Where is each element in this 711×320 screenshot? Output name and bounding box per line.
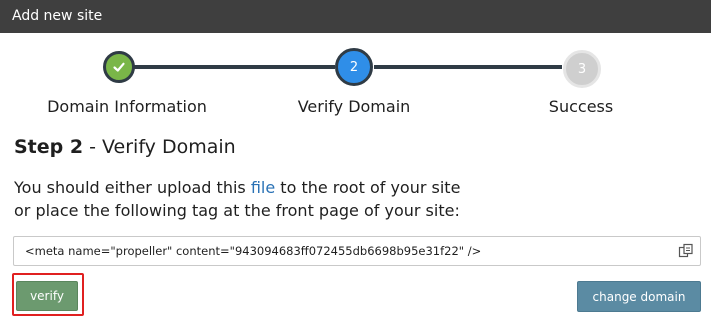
step-3-label: Success bbox=[548, 97, 614, 116]
dialog-titlebar: Add new site bbox=[0, 0, 711, 33]
step-2-number: 2 bbox=[349, 59, 359, 75]
dialog-title: Add new site bbox=[12, 8, 103, 24]
stepper-track-2 bbox=[374, 65, 562, 69]
page-title-text: - Verify Domain bbox=[83, 136, 236, 158]
copy-icon[interactable] bbox=[678, 243, 694, 259]
change-domain-button[interactable]: change domain bbox=[577, 281, 701, 312]
step-2-label: Verify Domain bbox=[297, 97, 411, 116]
step-3-number: 3 bbox=[577, 61, 587, 77]
page-title: Step 2 - Verify Domain bbox=[14, 136, 236, 158]
meta-tag-field[interactable]: <meta name="propeller" content="94309468… bbox=[13, 236, 701, 266]
page-title-step: Step 2 bbox=[14, 136, 84, 158]
meta-tag-value[interactable]: <meta name="propeller" content="94309468… bbox=[25, 244, 481, 258]
instructions-text: to the root of your site bbox=[275, 178, 461, 197]
verify-button[interactable]: verify bbox=[16, 281, 78, 311]
step-2-indicator: 2 bbox=[335, 48, 373, 86]
check-icon bbox=[113, 62, 125, 72]
step-1-label: Domain Information bbox=[47, 97, 207, 116]
instructions-line-2: or place the following tag at the front … bbox=[14, 201, 460, 220]
step-3-indicator: 3 bbox=[563, 50, 601, 88]
verification-file-link[interactable]: file bbox=[251, 178, 275, 197]
verification-instructions: You should either upload this file to th… bbox=[14, 176, 460, 222]
step-1-complete-indicator bbox=[103, 51, 135, 83]
progress-stepper: 2 3 Domain Information Verify Domain Suc… bbox=[0, 33, 711, 123]
instructions-text: You should either upload this bbox=[14, 178, 251, 197]
stepper-track-1 bbox=[133, 65, 335, 69]
instructions-line-1: You should either upload this file to th… bbox=[14, 176, 460, 199]
